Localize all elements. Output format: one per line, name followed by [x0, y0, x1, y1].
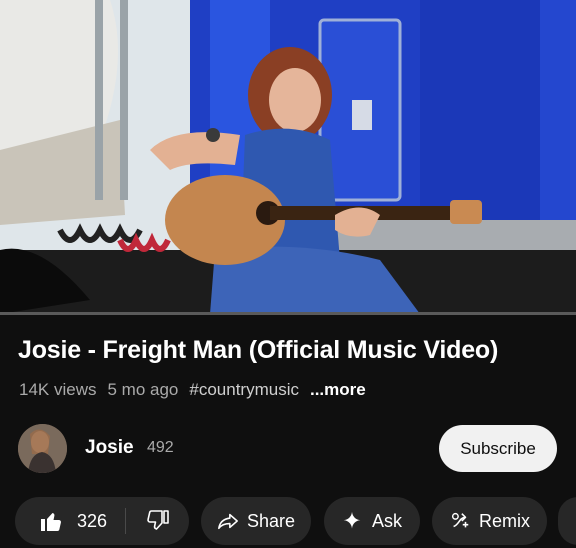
- video-title[interactable]: Josie - Freight Man (Official Music Vide…: [18, 333, 568, 367]
- more-actions-pill[interactable]: [558, 497, 576, 545]
- thumbs-up-icon: [39, 509, 63, 533]
- remix-icon: [449, 510, 471, 532]
- hashtag-link[interactable]: #countrymusic: [189, 378, 299, 402]
- remix-button[interactable]: Remix: [432, 497, 547, 545]
- action-bar: 326 Share Ask Remix: [0, 497, 576, 545]
- more-link[interactable]: ...more: [310, 378, 366, 402]
- channel-name[interactable]: Josie: [85, 437, 134, 459]
- subscribe-button[interactable]: Subscribe: [439, 425, 557, 472]
- video-frame-image: [0, 0, 576, 314]
- ask-button[interactable]: Ask: [324, 497, 420, 545]
- upload-age: 5 mo ago: [107, 380, 179, 399]
- like-dislike-pill: 326: [15, 497, 189, 545]
- remix-label: Remix: [478, 510, 530, 531]
- share-label: Share: [246, 510, 296, 531]
- like-button[interactable]: 326: [15, 509, 125, 533]
- ask-label: Ask: [371, 510, 402, 531]
- share-button[interactable]: Share: [201, 497, 311, 545]
- video-meta[interactable]: 14K views 5 mo ago #countrymusic ...more: [19, 378, 366, 402]
- share-arrow-icon: [217, 510, 239, 532]
- view-count: 14K views: [19, 380, 97, 399]
- dislike-button[interactable]: [126, 509, 189, 533]
- like-count: 326: [77, 510, 108, 531]
- video-progress-bar[interactable]: [0, 312, 576, 315]
- sparkle-icon: [342, 511, 362, 531]
- channel-avatar[interactable]: [18, 424, 67, 473]
- subscriber-count: 492: [147, 439, 174, 456]
- channel-row: Josie 492 Subscribe: [18, 421, 558, 477]
- thumbs-down-icon: [146, 509, 170, 533]
- video-player[interactable]: [0, 0, 576, 314]
